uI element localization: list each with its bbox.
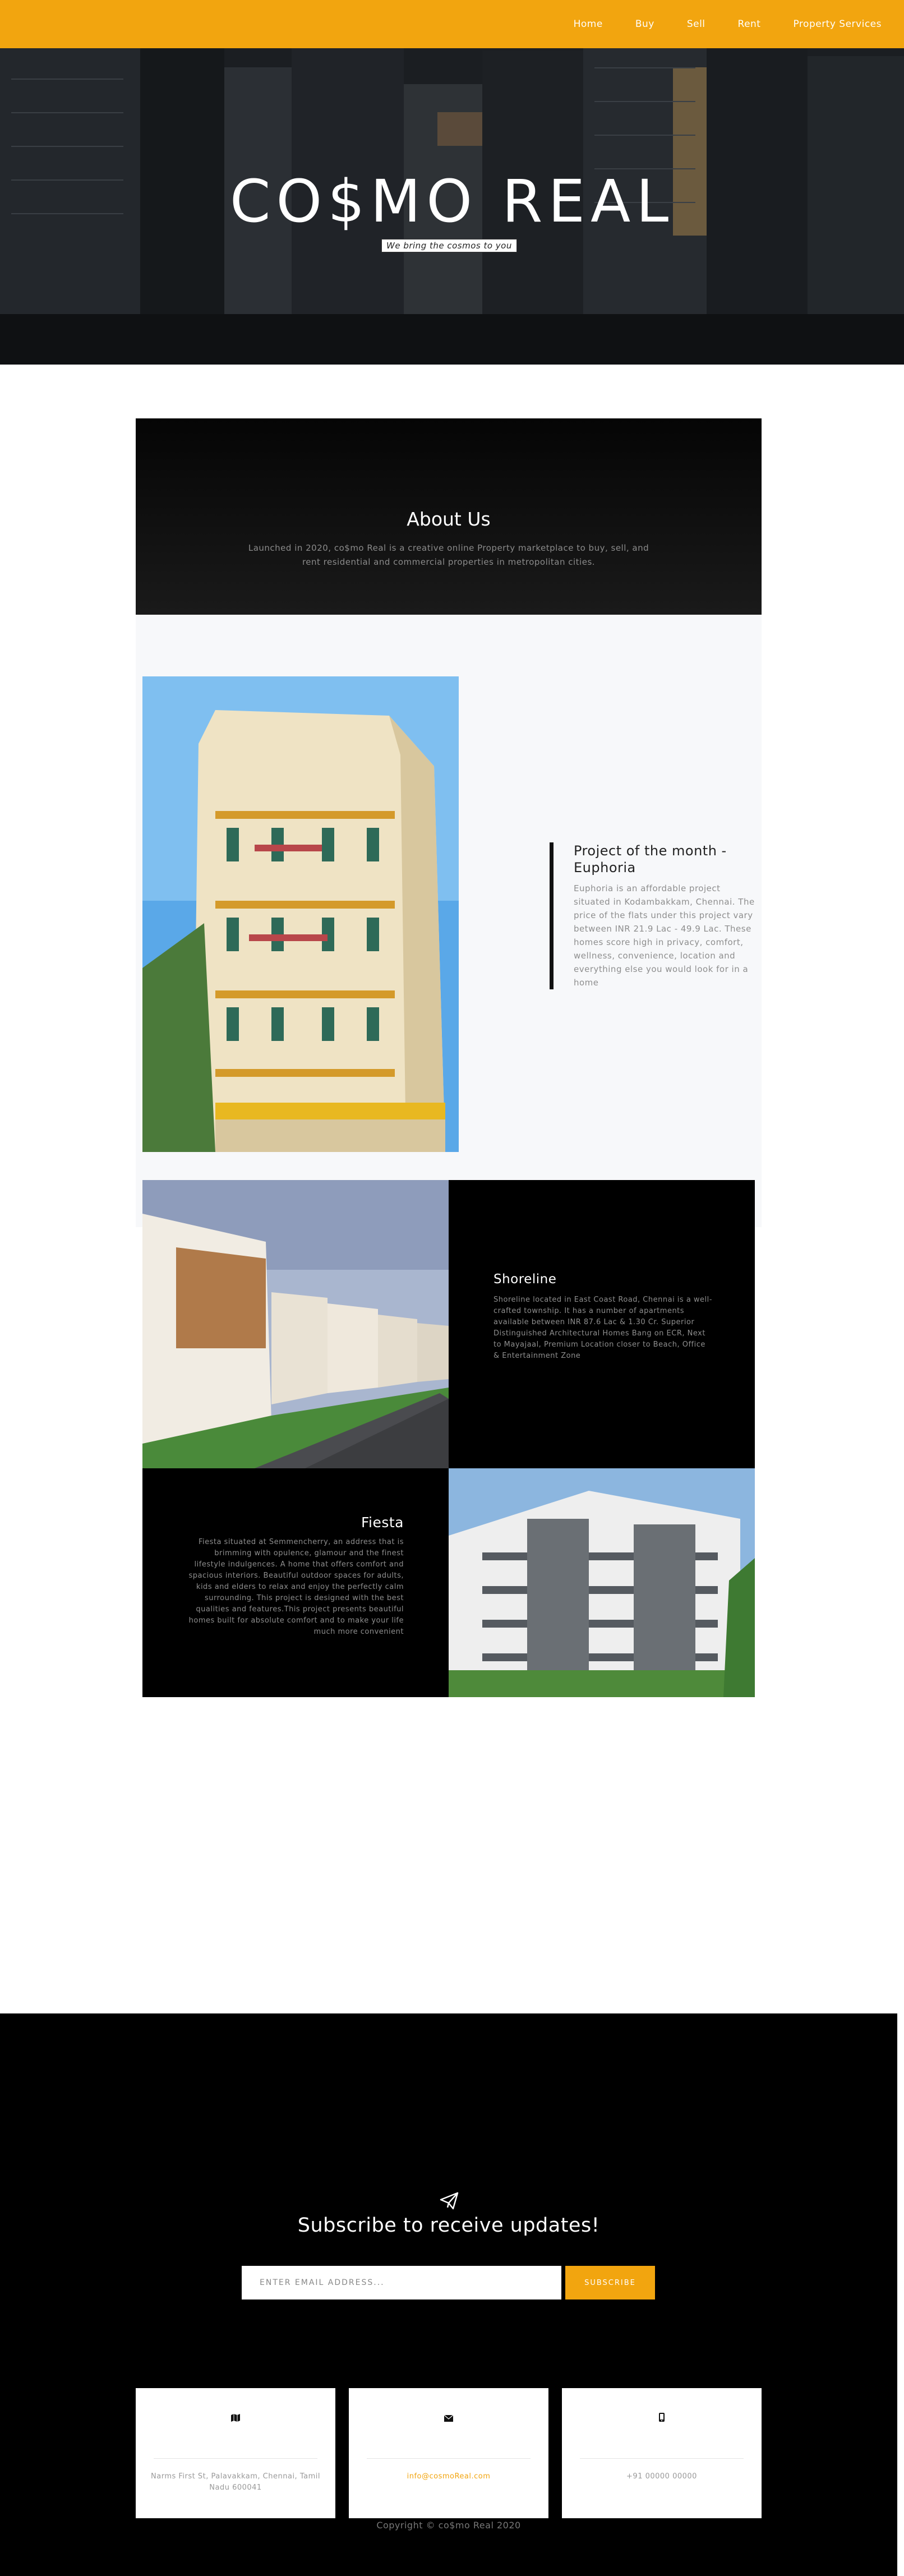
paper-plane-icon bbox=[440, 2192, 459, 2210]
subscribe-button[interactable]: SUBSCRIBE bbox=[565, 2266, 655, 2299]
card-divider bbox=[154, 2458, 317, 2459]
about-text: Launched in 2020, co$mo Real is a creati… bbox=[248, 543, 649, 567]
project-of-month: Project of the month - Euphoria Euphoria… bbox=[550, 842, 757, 989]
email-link[interactable]: info@cosmoReal.com bbox=[362, 2471, 535, 2482]
shoreline-title: Shoreline bbox=[493, 1272, 557, 1287]
nav-rent[interactable]: Rent bbox=[738, 19, 761, 30]
map-icon bbox=[136, 2412, 335, 2425]
about-section: About Us Launched in 2020, co$mo Real is… bbox=[136, 418, 762, 615]
project-of-month-title: Project of the month - Euphoria bbox=[574, 843, 727, 875]
phone-card: +91 00000 00000 bbox=[562, 2388, 762, 2518]
card-divider bbox=[367, 2458, 531, 2459]
address-card: Narms First St, Palavakkam, Chennai, Tam… bbox=[136, 2388, 335, 2518]
address-text: Narms First St, Palavakkam, Chennai, Tam… bbox=[151, 2472, 320, 2492]
fiesta-apartments-image bbox=[449, 1468, 755, 1697]
envelope-icon bbox=[349, 2412, 548, 2425]
top-navbar: Home Buy Sell Rent Property Services bbox=[0, 0, 904, 48]
copyright-text: Copyright © co$mo Real 2020 bbox=[376, 2520, 521, 2531]
nav-buy[interactable]: Buy bbox=[635, 19, 654, 30]
fiesta-title: Fiesta bbox=[361, 1514, 404, 1531]
euphoria-building-image bbox=[142, 676, 459, 1152]
subscribe-title: Subscribe to receive updates! bbox=[297, 2214, 600, 2237]
fiesta-text: Fiesta situated at Semmencherry, an addr… bbox=[188, 1538, 404, 1636]
site-title: CO$MO REAL bbox=[229, 167, 675, 236]
nav-menu: Home Buy Sell Rent Property Services bbox=[541, 0, 882, 48]
hero-section: CO$MO REAL We bring the cosmos to you bbox=[0, 0, 904, 365]
email-subscribe-input[interactable] bbox=[242, 2266, 561, 2299]
site-tagline: We bring the cosmos to you bbox=[381, 239, 517, 252]
mobile-phone-icon bbox=[562, 2412, 762, 2425]
email-card: info@cosmoReal.com bbox=[349, 2388, 548, 2518]
project-of-month-text: Euphoria is an affordable project situat… bbox=[574, 883, 755, 988]
shoreline-text: Shoreline located in East Coast Road, Ch… bbox=[493, 1296, 712, 1360]
nav-home[interactable]: Home bbox=[574, 19, 603, 30]
nav-sell[interactable]: Sell bbox=[687, 19, 705, 30]
phone-text: +91 00000 00000 bbox=[626, 2472, 697, 2481]
nav-property-services[interactable]: Property Services bbox=[793, 19, 882, 30]
card-divider bbox=[580, 2458, 744, 2459]
shoreline-villas-image bbox=[142, 1180, 449, 1468]
about-title: About Us bbox=[407, 508, 491, 530]
